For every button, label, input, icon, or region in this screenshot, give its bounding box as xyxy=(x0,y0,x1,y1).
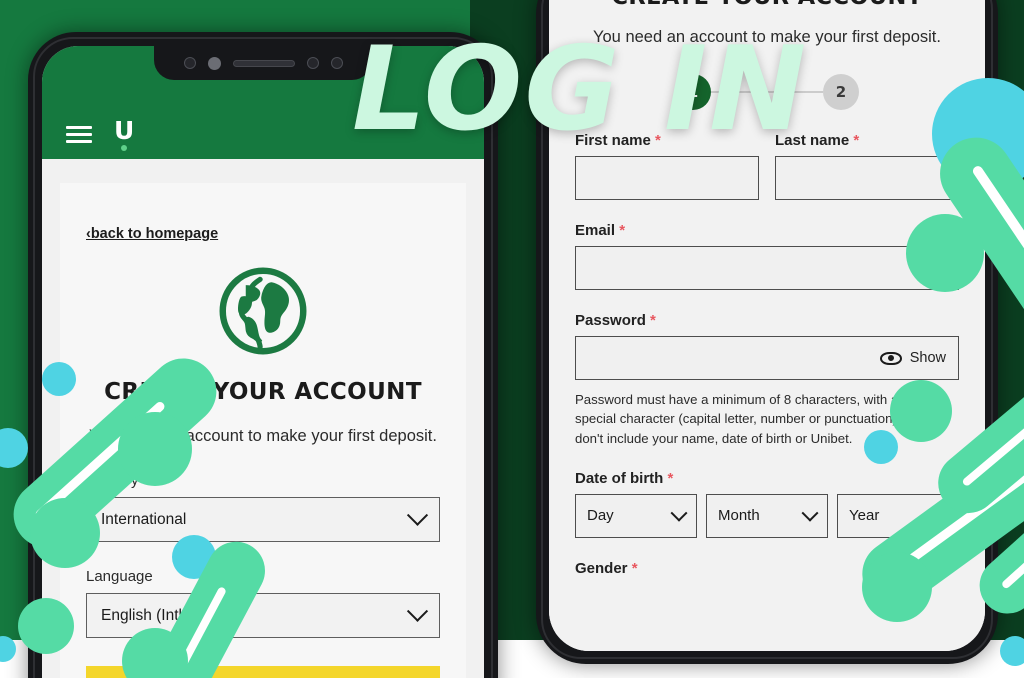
chevron-down-icon xyxy=(406,504,429,526)
country-select[interactable]: International xyxy=(86,497,440,542)
camera-icon xyxy=(306,57,319,69)
email-label: Email * xyxy=(575,222,959,239)
password-input[interactable]: Show xyxy=(575,336,959,381)
year-select[interactable]: Year xyxy=(837,493,959,538)
eye-icon[interactable] xyxy=(879,351,902,365)
hamburger-menu-icon[interactable] xyxy=(66,126,92,143)
page-title: CREATE YOUR ACCOUNT xyxy=(104,379,422,405)
globe-icon xyxy=(86,265,440,357)
day-value: Day xyxy=(587,507,614,525)
email-input[interactable] xyxy=(575,246,959,291)
screenshot-canvas: U ‹back to homepage CREATE YOUR ACCOUNT … xyxy=(0,0,1024,678)
chevron-down-icon xyxy=(932,504,950,522)
date-of-birth-label: Date of birth * xyxy=(575,470,959,487)
show-password-button[interactable]: Show xyxy=(910,350,946,366)
earpiece-speaker xyxy=(232,59,295,67)
required-asterisk: * xyxy=(619,222,626,240)
language-select[interactable]: English (Intl.) xyxy=(86,593,440,638)
month-select[interactable]: Month xyxy=(706,493,828,538)
language-label: Language xyxy=(86,568,153,585)
month-value: Month xyxy=(718,507,760,525)
continue-button[interactable]: CONTINUE xyxy=(86,666,440,678)
gender-label-text: Gender xyxy=(575,559,628,577)
required-asterisk: * xyxy=(667,469,674,487)
password-label: Password * xyxy=(575,312,959,329)
day-select[interactable]: Day xyxy=(575,493,697,538)
email-label-text: Email xyxy=(575,222,616,240)
last-name-input[interactable] xyxy=(775,156,959,201)
phone-notch xyxy=(154,46,372,80)
country-value: International xyxy=(101,510,187,528)
unibet-logo[interactable]: U xyxy=(114,118,134,143)
language-value: English (Intl.) xyxy=(101,606,192,624)
chevron-down-icon xyxy=(801,504,819,522)
chevron-down-icon xyxy=(670,504,688,522)
password-helper-text: Password must have a minimum of 8 charac… xyxy=(575,392,945,446)
required-asterisk: * xyxy=(650,312,656,330)
sensor-icon xyxy=(207,56,221,70)
first-name-input[interactable] xyxy=(575,156,759,201)
page-title: CREATE YOUR ACCOUNT xyxy=(575,0,959,10)
left-registration-card: ‹back to homepage CREATE YOUR ACCOUNT Yo… xyxy=(60,183,466,678)
camera-icon xyxy=(183,57,196,69)
required-asterisk: * xyxy=(853,132,860,150)
gender-label: Gender * xyxy=(575,560,959,577)
sensor-icon xyxy=(330,57,343,69)
log-in-headline: LOG IN xyxy=(352,22,809,157)
country-label: Country xyxy=(86,472,139,489)
page-subtitle: You need an account to make your first d… xyxy=(89,427,437,445)
back-to-homepage-link[interactable]: ‹back to homepage xyxy=(86,226,218,242)
step-2[interactable]: 2 xyxy=(823,74,859,111)
date-of-birth-row: Day Month Year xyxy=(575,493,959,538)
required-asterisk: * xyxy=(631,559,638,577)
date-of-birth-label-text: Date of birth xyxy=(575,469,664,487)
year-value: Year xyxy=(849,507,880,525)
chevron-down-icon xyxy=(406,600,429,622)
password-label-text: Password xyxy=(575,312,646,330)
